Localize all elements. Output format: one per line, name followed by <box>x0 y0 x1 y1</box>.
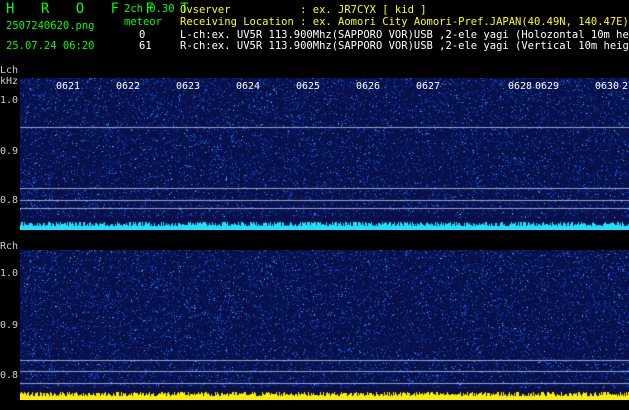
rch-ytick-2: 0.9 <box>0 320 19 331</box>
lch-spectrogram <box>20 78 629 230</box>
time-tick: 2 <box>622 81 629 92</box>
lch-ytick-1: 1.0 <box>0 95 19 106</box>
mode-label: 2ch 0.30 <box>124 3 175 15</box>
time-tick: 0628 <box>508 81 533 92</box>
lch-ytick-3: 0.8 <box>0 195 19 206</box>
time-tick: 0622 <box>116 81 141 92</box>
time-tick: 0626 <box>356 81 381 92</box>
time-tick: 0625 <box>296 81 321 92</box>
observer-line: Ovserver : ex. JR7CYX [ kid ] <box>180 4 427 16</box>
lch-ytick-2: 0.9 <box>0 146 19 157</box>
rch-count: 61 <box>139 40 152 52</box>
time-tick: 0623 <box>176 81 201 92</box>
time-tick: 0627 <box>416 81 441 92</box>
time-tick: 0621 <box>56 81 81 92</box>
lch-unit: kHz <box>0 76 19 87</box>
time-tick: 0624 <box>236 81 261 92</box>
time-tick: 0630 <box>595 81 620 92</box>
rch-ytick-3: 0.8 <box>0 370 19 381</box>
lch-label: Lch <box>0 65 19 76</box>
rch-ytick-1: 1.0 <box>0 268 19 279</box>
meteor-label: meteor <box>124 16 162 28</box>
location-line: Receiving Location : ex. Aomori City Aom… <box>180 16 629 28</box>
file-datetime: 25.07.24 06:20 <box>6 40 95 52</box>
rch-info-line: R-ch:ex. UV5R 113.900Mhz(SAPPORO VOR)USB… <box>180 40 629 52</box>
rch-spectrogram <box>20 250 629 400</box>
rch-label: Rch <box>0 241 19 252</box>
time-tick: 0629 <box>535 81 560 92</box>
file-name: 2507240620.png <box>6 20 95 32</box>
